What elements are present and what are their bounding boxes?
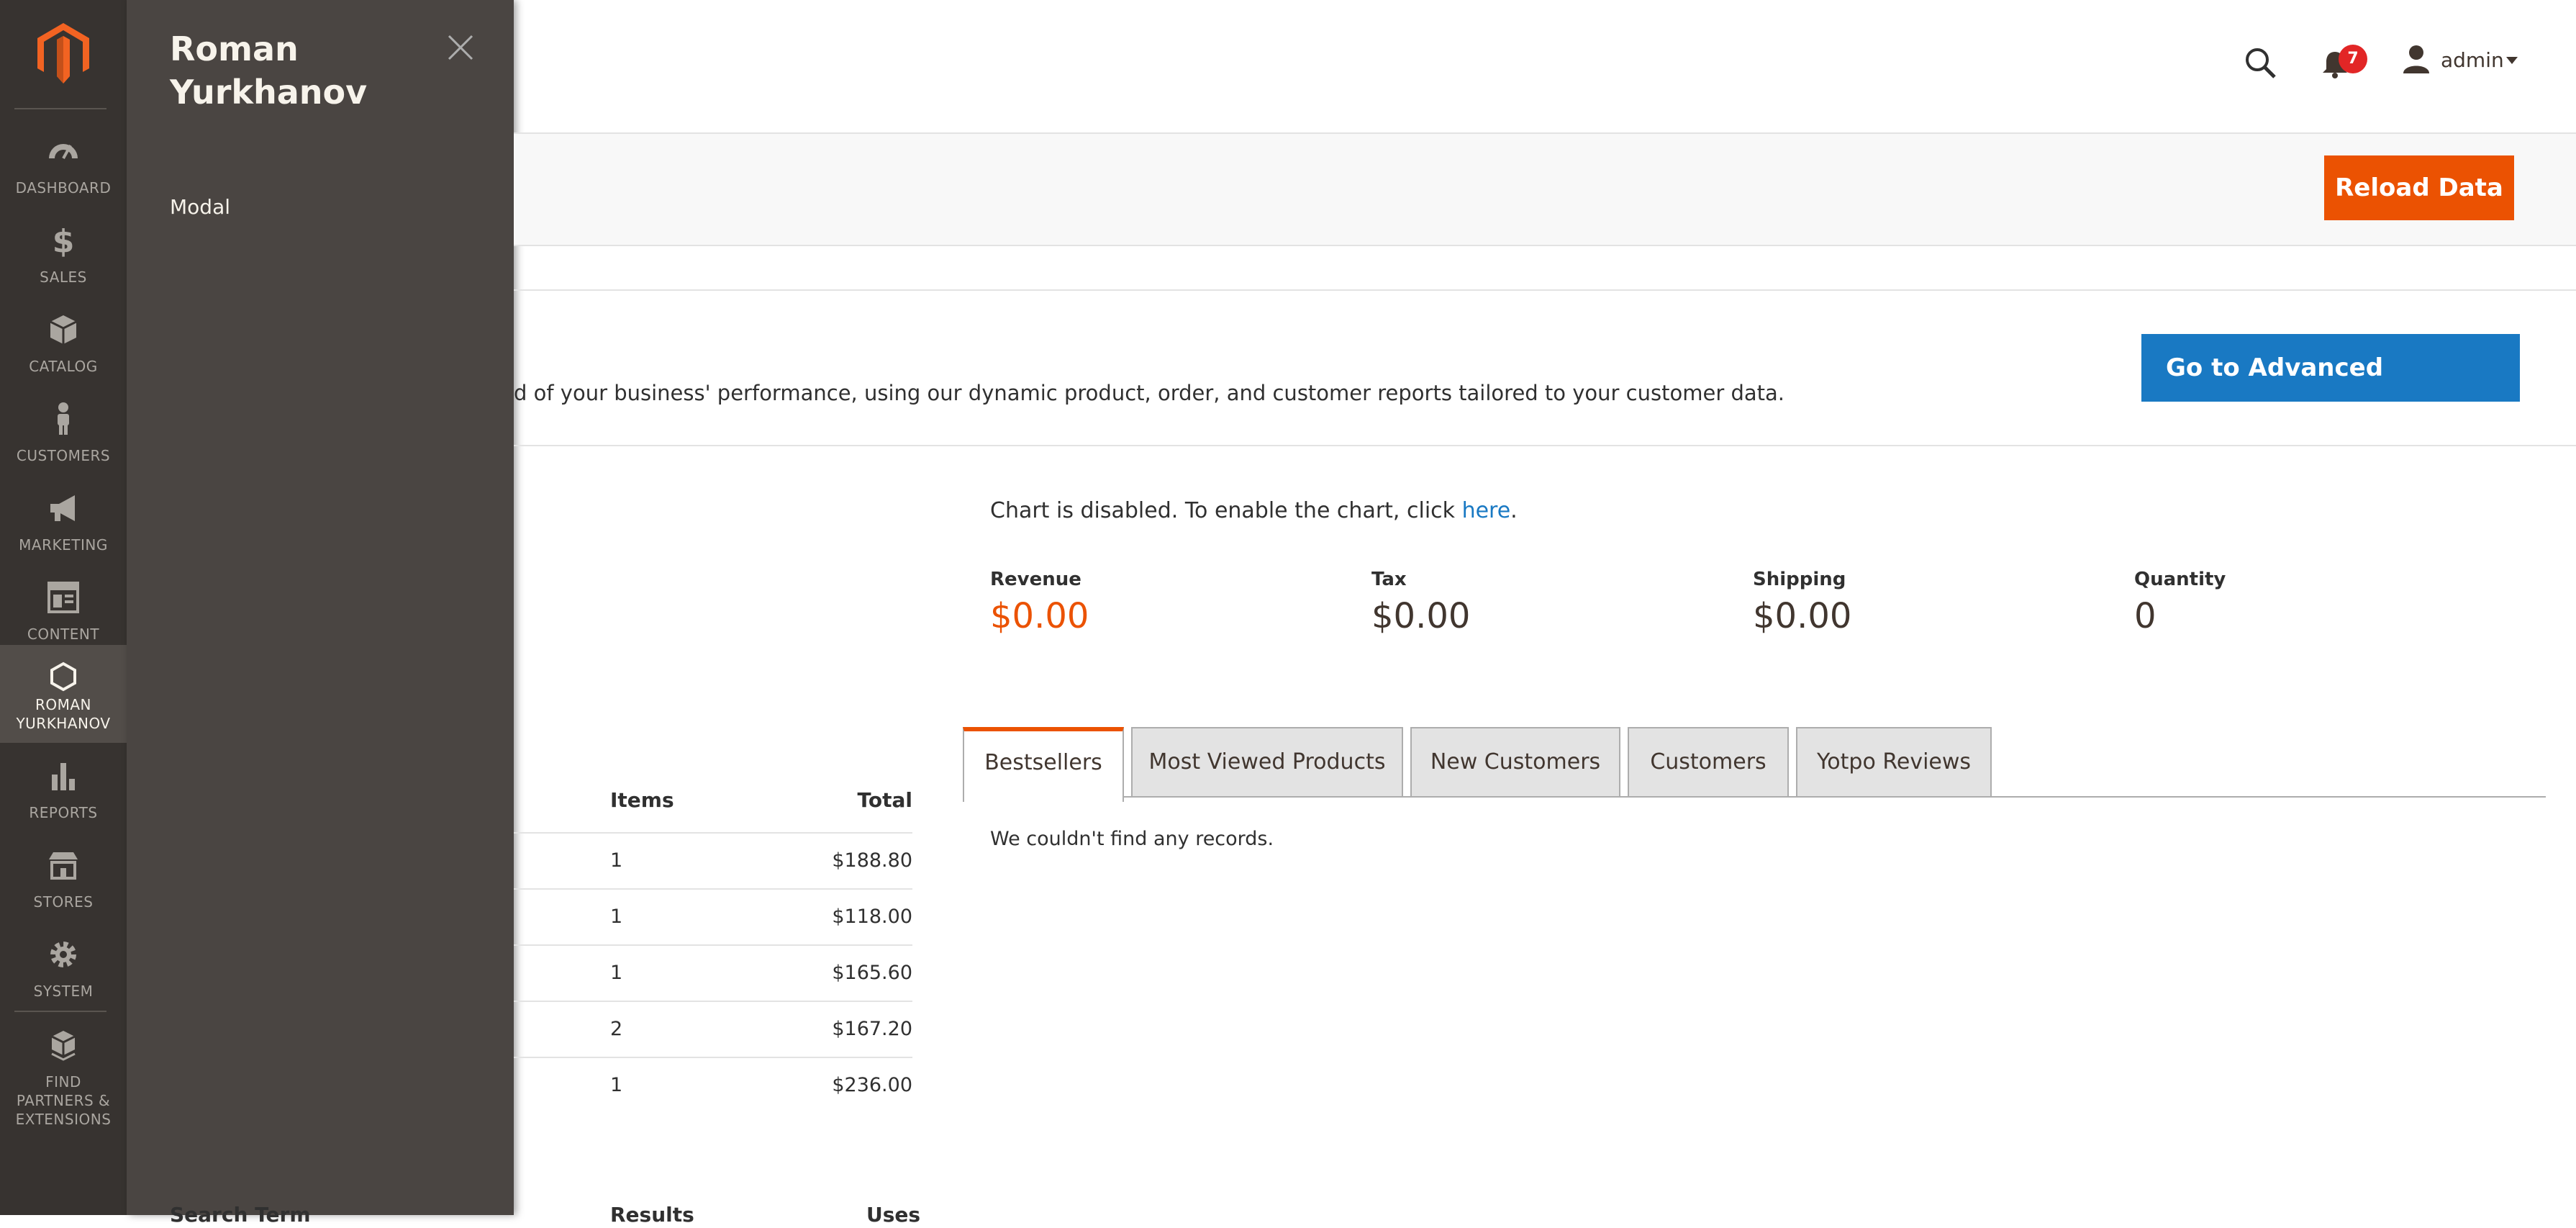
column-header-search-term: Search Term [170, 1203, 311, 1227]
submenu-flyout: Roman Yurkhanov Modal [127, 0, 514, 1215]
cell-items: 1 [610, 962, 623, 984]
sidebar-item-label: STORES [33, 893, 94, 911]
chart-disabled-message: Chart is disabled. To enable the chart, … [990, 497, 1518, 525]
sidebar-item-marketing[interactable]: MARKETING [0, 481, 127, 570]
hexagon-icon [50, 662, 76, 692]
reload-data-button[interactable]: Reload Data [2324, 155, 2514, 220]
sidebar-item-label: REPORTS [29, 804, 98, 821]
totals-value: 0 [2134, 596, 2157, 636]
sidebar-item-reports[interactable]: REPORTS [0, 749, 127, 838]
totals-quantity: Quantity 0 [2134, 567, 2226, 638]
totals-revenue: Revenue $0.00 [990, 567, 1089, 638]
empty-records-message: We couldn't find any records. [990, 828, 1274, 850]
table-row[interactable]: 1 $188.80 [514, 832, 912, 890]
sidebar-divider [14, 1011, 106, 1012]
svg-text:$: $ [53, 223, 75, 258]
chart-disabled-text: Chart is disabled. To enable the chart, … [990, 498, 1462, 523]
user-icon[interactable] [2402, 45, 2431, 75]
sidebar-item-label: CATALOG [29, 358, 98, 375]
gear-icon [50, 942, 76, 967]
sidebar-divider [14, 108, 106, 109]
close-icon[interactable] [443, 30, 478, 65]
table-row[interactable]: 1 $118.00 [514, 888, 912, 946]
cell-items: 1 [610, 1074, 623, 1096]
column-header-uses: Uses [866, 1203, 921, 1227]
cell-total: $167.20 [832, 1018, 912, 1040]
cell-total: $118.00 [832, 906, 912, 928]
divider [514, 289, 2576, 291]
tab-bestsellers[interactable]: Bestsellers [963, 727, 1124, 802]
notification-count-badge[interactable]: 7 [2339, 45, 2367, 73]
totals-value: $0.00 [1371, 596, 1471, 636]
magento-logo-icon[interactable] [37, 23, 89, 83]
enable-chart-link[interactable]: here [1462, 498, 1511, 523]
totals-label: Tax [1371, 569, 1407, 590]
totals-value: $0.00 [990, 596, 1089, 636]
store-icon [49, 852, 78, 880]
sidebar-item-sales[interactable]: $ SALES [0, 213, 127, 302]
sidebar-item-system[interactable]: SYSTEM [0, 927, 127, 1016]
sidebar-item-roman-yurkhanov[interactable]: ROMAN YURKHANOV [0, 645, 127, 743]
tab-customers[interactable]: Customers [1628, 727, 1789, 796]
tab-new-customers[interactable]: New Customers [1410, 727, 1620, 796]
cell-total: $165.60 [832, 962, 912, 984]
sidebar-item-label: CONTENT [27, 626, 100, 643]
totals-value: $0.00 [1753, 596, 1852, 636]
dashboard-icon [49, 144, 78, 159]
boxes-icon [51, 1031, 76, 1061]
dollar-icon: $ [53, 223, 75, 258]
totals-tax: Tax $0.00 [1371, 567, 1470, 638]
cell-items: 2 [610, 1018, 623, 1040]
sidebar-item-label: SYSTEM [33, 983, 94, 1000]
sidebar-item-label: SALES [40, 268, 87, 286]
sidebar-item-label: ROMAN YURKHANOV [16, 696, 111, 732]
cell-items: 1 [610, 906, 623, 928]
tab-yotpo-reviews[interactable]: Yotpo Reviews [1796, 727, 1992, 796]
megaphone-icon [50, 495, 75, 521]
column-header-items: Items [610, 788, 674, 812]
sidebar-item-dashboard[interactable]: DASHBOARD [0, 124, 127, 213]
cell-total: $188.80 [832, 849, 912, 872]
sidebar-item-label: DASHBOARD [15, 179, 112, 197]
sidebar-item-customers[interactable]: CUSTOMERS [0, 392, 127, 481]
totals-shipping: Shipping $0.00 [1753, 567, 1851, 638]
admin-user-menu[interactable]: admin [2441, 46, 2504, 75]
layout-icon [47, 582, 79, 613]
tabs-divider [963, 796, 2546, 798]
cube-icon [50, 315, 77, 344]
totals-label: Quantity [2134, 569, 2226, 590]
table-row[interactable]: 1 $165.60 [514, 944, 912, 1002]
column-header-total: Total [857, 788, 913, 812]
sidebar-item-find-partners[interactable]: FIND PARTNERS & EXTENSIONS [0, 1018, 127, 1128]
cell-items: 1 [610, 849, 623, 872]
column-header-results: Results [610, 1203, 694, 1227]
sidebar-item-label: MARKETING [19, 536, 108, 554]
page-actions-bar [514, 132, 2576, 246]
person-icon [58, 402, 69, 435]
totals-label: Shipping [1753, 569, 1846, 590]
sidebar-item-catalog[interactable]: CATALOG [0, 302, 127, 392]
cell-total: $236.00 [832, 1074, 912, 1096]
tab-most-viewed-products[interactable]: Most Viewed Products [1131, 727, 1403, 796]
bar-chart-icon [52, 763, 75, 790]
flyout-title: Roman Yurkhanov [170, 30, 368, 112]
table-row[interactable]: 1 $236.00 [514, 1057, 912, 1114]
divider [514, 445, 2576, 446]
chevron-down-icon[interactable] [2505, 56, 2518, 65]
admin-sidebar: DASHBOARD $ SALES CATALOG CUSTOMERS MARK… [0, 0, 127, 1215]
totals-label: Revenue [990, 569, 1081, 590]
search-icon[interactable] [2244, 46, 2277, 79]
advanced-reporting-label: Go to Advanced Reporting [2166, 353, 2384, 450]
flyout-link-modal[interactable]: Modal [170, 194, 230, 220]
sidebar-item-stores[interactable]: STORES [0, 838, 127, 927]
external-link-icon [2317, 417, 2333, 433]
advanced-reporting-button[interactable]: Go to Advanced Reporting [2141, 334, 2520, 450]
sidebar-item-label: CUSTOMERS [16, 447, 111, 464]
sidebar-item-label: FIND PARTNERS & EXTENSIONS [15, 1073, 112, 1128]
table-row[interactable]: 2 $167.20 [514, 1001, 912, 1058]
chart-disabled-suffix: . [1510, 498, 1518, 523]
advanced-reporting-description: d of your business' performance, using o… [514, 381, 1784, 405]
